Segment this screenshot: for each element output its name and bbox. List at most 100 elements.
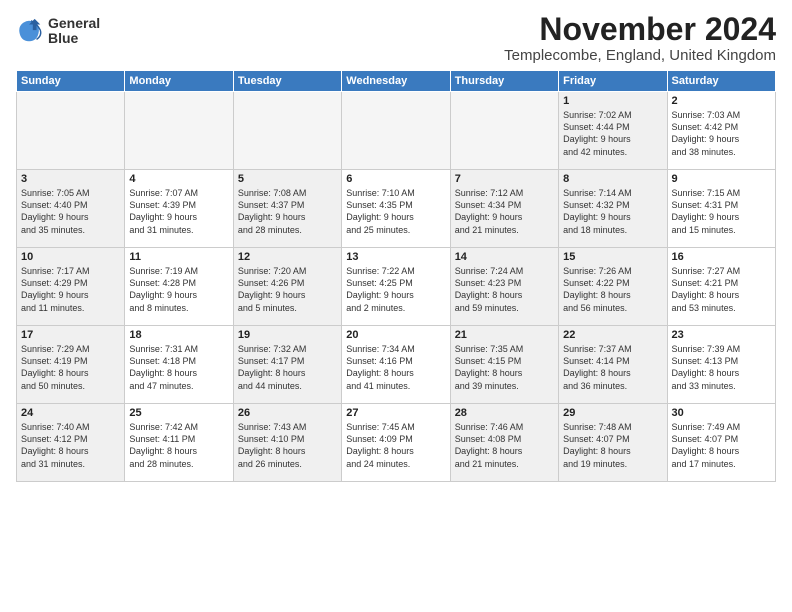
week-row-5: 24Sunrise: 7:40 AMSunset: 4:12 PMDayligh… (17, 404, 776, 482)
day-info: Sunrise: 7:32 AMSunset: 4:17 PMDaylight:… (238, 343, 337, 392)
day-info: Sunrise: 7:39 AMSunset: 4:13 PMDaylight:… (672, 343, 771, 392)
day-cell: 28 Sunrise: 7:46 AMSunset: 4:08 PMDayligh… (450, 404, 558, 482)
day-number: 5 (238, 173, 337, 185)
day-info: Sunrise: 7:37 AMSunset: 4:14 PMDaylight:… (563, 343, 662, 392)
day-info: Sunrise: 7:22 AMSunset: 4:25 PMDaylight:… (346, 265, 445, 314)
day-number: 6 (346, 173, 445, 185)
logo-text: General Blue (48, 16, 100, 47)
day-cell: 22Sunrise: 7:37 AMSunset: 4:14 PMDayligh… (559, 326, 667, 404)
day-number: 18 (129, 329, 228, 341)
day-number: 26 (238, 407, 337, 419)
day-cell: 26 Sunrise: 7:43 AMSunset: 4:10 PMDayligh… (233, 404, 341, 482)
day-info: Sunrise: 7:48 AMSunset: 4:07 PMDaylight:… (563, 421, 662, 470)
week-row-1: 1 Sunrise: 7:02 AMSunset: 4:44 PMDaylight… (17, 92, 776, 170)
calendar: SundayMondayTuesdayWednesdayThursdayFrid… (16, 70, 776, 482)
day-cell: 25 Sunrise: 7:42 AMSunset: 4:11 PMDayligh… (125, 404, 233, 482)
day-info: Sunrise: 7:15 AMSunset: 4:31 PMDaylight:… (672, 187, 771, 236)
day-number: 9 (672, 173, 771, 185)
day-info: Sunrise: 7:27 AMSunset: 4:21 PMDaylight:… (672, 265, 771, 314)
day-cell: 10 Sunrise: 7:17 AMSunset: 4:29 PMDayligh… (17, 248, 125, 326)
day-info: Sunrise: 7:35 AMSunset: 4:15 PMDaylight:… (455, 343, 554, 392)
day-cell: 21 Sunrise: 7:35 AMSunset: 4:15 PMDayligh… (450, 326, 558, 404)
page: General Blue November 2024 Templecombe, … (0, 0, 792, 612)
day-cell: 14 Sunrise: 7:24 AMSunset: 4:23 PMDayligh… (450, 248, 558, 326)
day-cell: 2 Sunrise: 7:03 AMSunset: 4:42 PMDaylight… (667, 92, 775, 170)
day-cell (17, 92, 125, 170)
day-number: 25 (129, 407, 228, 419)
day-info: Sunrise: 7:02 AMSunset: 4:44 PMDaylight:… (563, 109, 662, 158)
day-cell: 9 Sunrise: 7:15 AMSunset: 4:31 PMDaylight… (667, 170, 775, 248)
day-info: Sunrise: 7:24 AMSunset: 4:23 PMDaylight:… (455, 265, 554, 314)
col-header-saturday: Saturday (667, 71, 775, 92)
day-cell: 18Sunrise: 7:31 AMSunset: 4:18 PMDayligh… (125, 326, 233, 404)
day-number: 1 (563, 95, 662, 107)
title-block: November 2024 Templecombe, England, Unit… (504, 12, 776, 64)
day-info: Sunrise: 7:08 AMSunset: 4:37 PMDaylight:… (238, 187, 337, 236)
day-info: Sunrise: 7:19 AMSunset: 4:28 PMDaylight:… (129, 265, 228, 314)
day-info: Sunrise: 7:43 AMSunset: 4:10 PMDaylight:… (238, 421, 337, 470)
day-number: 30 (672, 407, 771, 419)
day-number: 11 (129, 251, 228, 263)
day-number: 29 (563, 407, 662, 419)
day-info: Sunrise: 7:46 AMSunset: 4:08 PMDaylight:… (455, 421, 554, 470)
day-info: Sunrise: 7:34 AMSunset: 4:16 PMDaylight:… (346, 343, 445, 392)
day-number: 2 (672, 95, 771, 107)
day-number: 4 (129, 173, 228, 185)
day-cell: 30 Sunrise: 7:49 AMSunset: 4:07 PMDayligh… (667, 404, 775, 482)
day-cell (125, 92, 233, 170)
day-cell: 19 Sunrise: 7:32 AMSunset: 4:17 PMDayligh… (233, 326, 341, 404)
day-cell: 24Sunrise: 7:40 AMSunset: 4:12 PMDayligh… (17, 404, 125, 482)
day-info: Sunrise: 7:26 AMSunset: 4:22 PMDaylight:… (563, 265, 662, 314)
col-header-thursday: Thursday (450, 71, 558, 92)
week-row-3: 10 Sunrise: 7:17 AMSunset: 4:29 PMDayligh… (17, 248, 776, 326)
day-number: 21 (455, 329, 554, 341)
header-row: SundayMondayTuesdayWednesdayThursdayFrid… (17, 71, 776, 92)
day-number: 17 (21, 329, 120, 341)
day-number: 14 (455, 251, 554, 263)
day-info: Sunrise: 7:05 AMSunset: 4:40 PMDaylight:… (21, 187, 120, 236)
day-number: 15 (563, 251, 662, 263)
day-info: Sunrise: 7:45 AMSunset: 4:09 PMDaylight:… (346, 421, 445, 470)
day-cell: 6 Sunrise: 7:10 AMSunset: 4:35 PMDaylight… (342, 170, 450, 248)
day-number: 20 (346, 329, 445, 341)
day-info: Sunrise: 7:49 AMSunset: 4:07 PMDaylight:… (672, 421, 771, 470)
col-header-friday: Friday (559, 71, 667, 92)
day-cell (342, 92, 450, 170)
day-number: 24 (21, 407, 120, 419)
day-number: 19 (238, 329, 337, 341)
day-info: Sunrise: 7:07 AMSunset: 4:39 PMDaylight:… (129, 187, 228, 236)
day-info: Sunrise: 7:29 AMSunset: 4:19 PMDaylight:… (21, 343, 120, 392)
day-info: Sunrise: 7:20 AMSunset: 4:26 PMDaylight:… (238, 265, 337, 314)
day-number: 16 (672, 251, 771, 263)
day-cell: 27 Sunrise: 7:45 AMSunset: 4:09 PMDayligh… (342, 404, 450, 482)
day-number: 7 (455, 173, 554, 185)
day-cell (233, 92, 341, 170)
day-info: Sunrise: 7:14 AMSunset: 4:32 PMDaylight:… (563, 187, 662, 236)
day-info: Sunrise: 7:10 AMSunset: 4:35 PMDaylight:… (346, 187, 445, 236)
day-cell: 1 Sunrise: 7:02 AMSunset: 4:44 PMDaylight… (559, 92, 667, 170)
logo: General Blue (16, 16, 100, 47)
col-header-tuesday: Tuesday (233, 71, 341, 92)
logo-icon (16, 17, 44, 45)
day-cell: 3Sunrise: 7:05 AMSunset: 4:40 PMDaylight… (17, 170, 125, 248)
day-info: Sunrise: 7:03 AMSunset: 4:42 PMDaylight:… (672, 109, 771, 158)
col-header-wednesday: Wednesday (342, 71, 450, 92)
day-cell: 15 Sunrise: 7:26 AMSunset: 4:22 PMDayligh… (559, 248, 667, 326)
location: Templecombe, England, United Kingdom (504, 47, 776, 64)
day-cell: 8 Sunrise: 7:14 AMSunset: 4:32 PMDaylight… (559, 170, 667, 248)
header: General Blue November 2024 Templecombe, … (16, 12, 776, 64)
day-number: 23 (672, 329, 771, 341)
day-cell: 20 Sunrise: 7:34 AMSunset: 4:16 PMDayligh… (342, 326, 450, 404)
week-row-4: 17 Sunrise: 7:29 AMSunset: 4:19 PMDayligh… (17, 326, 776, 404)
day-number: 27 (346, 407, 445, 419)
day-number: 10 (21, 251, 120, 263)
day-info: Sunrise: 7:12 AMSunset: 4:34 PMDaylight:… (455, 187, 554, 236)
day-cell: 16 Sunrise: 7:27 AMSunset: 4:21 PMDayligh… (667, 248, 775, 326)
day-number: 8 (563, 173, 662, 185)
col-header-monday: Monday (125, 71, 233, 92)
day-number: 28 (455, 407, 554, 419)
day-info: Sunrise: 7:17 AMSunset: 4:29 PMDaylight:… (21, 265, 120, 314)
day-cell: 11 Sunrise: 7:19 AMSunset: 4:28 PMDayligh… (125, 248, 233, 326)
day-info: Sunrise: 7:42 AMSunset: 4:11 PMDaylight:… (129, 421, 228, 470)
day-cell: 17 Sunrise: 7:29 AMSunset: 4:19 PMDayligh… (17, 326, 125, 404)
